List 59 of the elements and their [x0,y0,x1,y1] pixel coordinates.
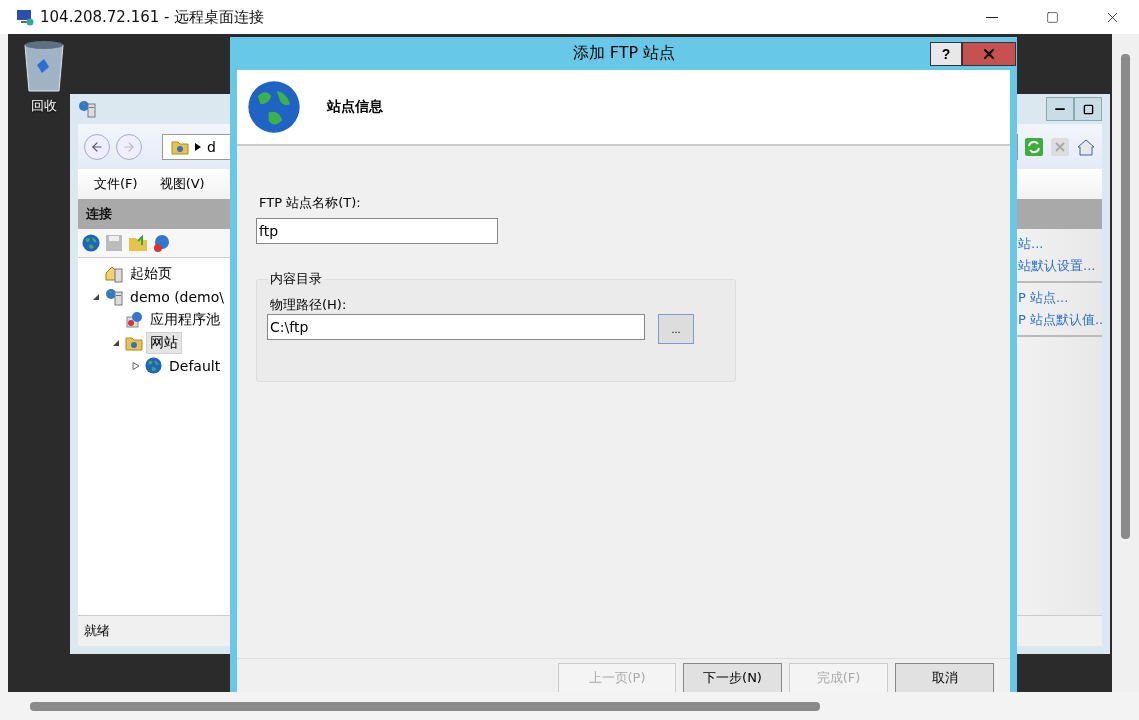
action-link[interactable]: P 站点默认值.. [1018,311,1102,329]
refresh-icon[interactable] [1024,136,1044,157]
tree-item[interactable]: 起始页 [126,262,176,285]
folder-icon [171,138,189,155]
minimize-button[interactable] [1046,97,1074,121]
maximize-icon [1045,10,1059,24]
pane-header: 连接 [78,199,230,229]
minimize-icon [986,16,998,18]
page-heading: 站点信息 [327,98,383,116]
menu-item[interactable]: 文件(F) [94,175,138,193]
globe-icon [145,357,162,374]
forward-button[interactable] [116,133,142,160]
folder-icon [125,334,143,351]
address-text: d [207,138,216,155]
save-icon[interactable] [104,233,124,253]
help-button[interactable]: ? [930,41,962,66]
remote-desktop-icon [16,8,34,26]
desktop-icon-label[interactable]: 回收 [31,97,57,115]
back-button[interactable] [84,133,110,160]
tree-item[interactable]: 网站 [146,331,182,354]
start-page-icon [105,264,123,283]
tree-item[interactable]: Default [165,355,225,376]
connect-icon [82,234,100,252]
status-text: 就绪 [84,622,110,640]
recycle-bin-icon[interactable] [22,39,66,93]
window-title: 104.208.72.161 - 远程桌面连接 [40,7,266,27]
server-icon [105,287,123,306]
path-field[interactable]: C:\ftp [267,314,645,340]
collapse-toggle-icon[interactable] [112,338,120,347]
globe-icon [247,80,301,134]
caret-icon [195,142,201,151]
scrollbar-thumb[interactable] [1121,54,1130,539]
disconnect-icon[interactable] [152,233,172,253]
tree-item[interactable]: demo (demo\ [126,286,229,307]
forward-icon [122,139,136,154]
field-label: 物理路径(H): [270,297,347,312]
collapse-toggle-icon[interactable] [92,292,100,301]
group-title: 内容目录 [269,270,323,288]
up-folder-icon[interactable] [128,233,148,253]
action-link[interactable]: 站... [1018,235,1102,253]
maximize-button[interactable] [1074,97,1102,121]
maximize-icon [1082,103,1094,115]
browse-button[interactable]: ... [658,314,694,344]
dialog-title: 添加 FTP 站点 [572,43,676,64]
iis-app-icon [78,100,96,118]
close-button[interactable] [962,41,1016,66]
pool-icon [125,310,143,329]
expand-toggle-icon[interactable] [132,361,140,370]
back-icon [90,139,104,154]
tree-item[interactable]: 应用程序池 [146,308,224,331]
wizard-button[interactable]: 下一步(N) [683,663,782,692]
action-link[interactable]: P 站点... [1018,289,1102,307]
wizard-button[interactable]: 取消 [895,663,994,692]
menu-item[interactable]: 视图(V) [159,175,205,193]
site-name-field[interactable]: ftp [256,218,498,244]
stop-icon[interactable] [1050,136,1070,157]
action-link[interactable]: 站默认设置... [1018,257,1102,275]
scrollbar-thumb[interactable] [30,701,820,711]
field-label: FTP 站点名称(T): [259,194,361,212]
